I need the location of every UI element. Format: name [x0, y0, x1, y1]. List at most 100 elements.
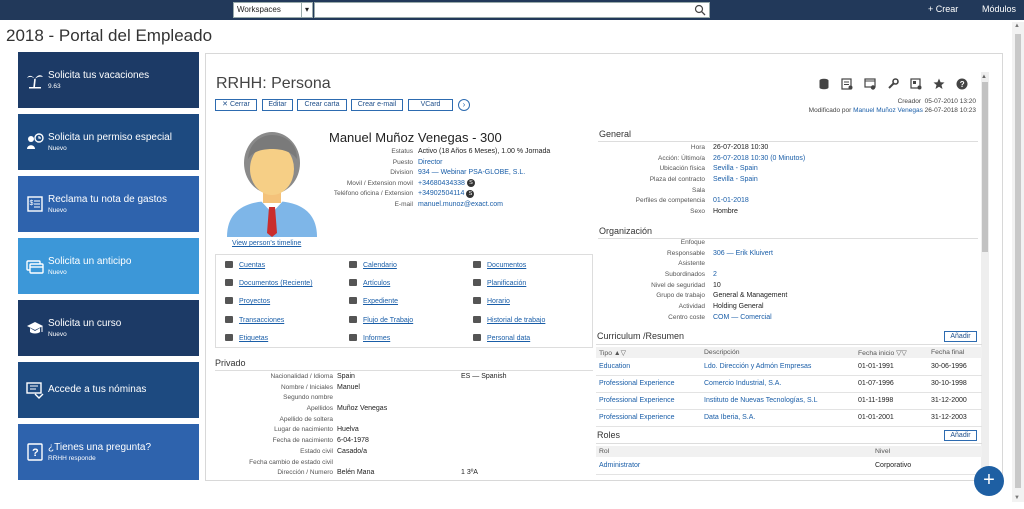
field-row: Segundo nombre	[215, 393, 595, 404]
table-row[interactable]: Professional Experience Comercio Industri…	[596, 375, 982, 393]
field-link[interactable]: Sevilla - Spain	[713, 175, 758, 185]
crear-button[interactable]: + Crear	[928, 4, 958, 14]
tile-nota-gastos[interactable]: $ Reclama tu nota de gastos Nuevo	[18, 176, 199, 232]
roles-add-button[interactable]: Añadir	[944, 430, 977, 441]
transactions-icon	[225, 316, 233, 323]
scroll-down-icon[interactable]: ▼	[1014, 495, 1020, 501]
column-header[interactable]: Descripción	[701, 347, 855, 358]
link-calendario[interactable]: Calendario	[349, 261, 397, 269]
report-icon[interactable]	[841, 77, 853, 90]
table-row[interactable]: Administrator Corporativo	[596, 457, 982, 475]
table-row[interactable]: Education Ldo. Dirección y Admón Empresas…	[596, 358, 982, 376]
column-header[interactable]: Nivel	[872, 446, 982, 457]
card-title: RRHH: Persona	[216, 75, 331, 92]
wrench-icon[interactable]	[887, 77, 899, 89]
tile-pregunta[interactable]: ? ¿Tienes una pregunta? RRHH responde	[18, 424, 199, 480]
skype-icon[interactable]: S	[466, 178, 475, 187]
tile-permiso-especial[interactable]: Solicita un permiso especial Nuevo	[18, 114, 199, 170]
column-header[interactable]: Fecha final	[928, 347, 982, 358]
cell-link[interactable]: Education	[596, 358, 701, 376]
field-link[interactable]: 2	[713, 270, 717, 280]
cell-link[interactable]: Professional Experience	[596, 375, 701, 393]
field-row: Apellido de soltera	[215, 415, 595, 426]
field-value: Spain	[337, 373, 355, 380]
folder-icon	[349, 297, 357, 304]
division-link[interactable]: 934 — Webinar PSA-GLOBE, S.L.	[418, 168, 525, 178]
link-historial-trabajo[interactable]: Historial de trabajo	[473, 316, 545, 324]
card-scrollbar[interactable]: ▲	[981, 72, 989, 476]
table-row[interactable]: Professional Experience Instituto de Nuev…	[596, 392, 982, 410]
cell-link[interactable]: Professional Experience	[596, 392, 701, 410]
column-header[interactable]: Rol	[596, 446, 872, 457]
column-header[interactable]: Tipo ▲▽	[596, 347, 701, 358]
tile-nominas[interactable]: Accede a tus nóminas	[18, 362, 199, 418]
tile-curso[interactable]: Solicita un curso Nuevo	[18, 300, 199, 356]
link-transacciones[interactable]: Transacciones	[225, 316, 284, 324]
privado-section: Nacionalidad / Idioma Spain ES — Spanish N…	[215, 372, 595, 479]
field-row: Responsable 306 — Erik Kluivert	[598, 249, 978, 260]
crear-carta-button[interactable]: Crear carta	[297, 99, 347, 111]
image-settings-icon[interactable]	[910, 77, 922, 90]
link-flujo-trabajo[interactable]: Flujo de Trabajo	[349, 316, 413, 324]
tile-title: Solicita un curso	[48, 318, 122, 329]
cell-link[interactable]: Administrator	[596, 457, 872, 475]
cerrar-button[interactable]: ✕ Cerrar	[215, 99, 257, 111]
field-link[interactable]: 01-01-2018	[713, 196, 749, 206]
field-label: Apellido de soltera	[279, 415, 333, 423]
modificado-user-link[interactable]: Manuel Muñoz Venegas	[853, 107, 923, 114]
link-etiquetas[interactable]: Etiquetas	[225, 334, 268, 342]
database-icon[interactable]	[818, 77, 830, 90]
email-link[interactable]: manuel.munoz@exact.com	[418, 200, 503, 210]
vcard-button[interactable]: VCard	[408, 99, 453, 111]
card-scrollbar-thumb[interactable]	[982, 82, 988, 252]
planning-icon	[473, 279, 481, 286]
puesto-link[interactable]: Director	[418, 158, 443, 168]
skype-icon[interactable]: S	[466, 189, 475, 198]
movil-link[interactable]: +34680434338	[418, 180, 465, 187]
field-link[interactable]: Sevilla - Spain	[713, 164, 758, 174]
link-cuentas[interactable]: Cuentas	[225, 261, 265, 269]
add-fab-button[interactable]: +	[974, 466, 1004, 496]
editar-button[interactable]: Editar	[262, 99, 293, 111]
roles-title: Roles	[597, 430, 621, 440]
scroll-up-icon[interactable]: ▲	[1014, 23, 1020, 29]
cell-link[interactable]: Comercio Industrial, S.A.	[701, 375, 855, 393]
link-documentos-reciente[interactable]: Documentos (Reciente)	[225, 279, 313, 287]
search-icon[interactable]	[694, 4, 706, 16]
link-horario[interactable]: Horario	[473, 297, 510, 305]
workspace-select-value: Workspaces	[237, 5, 281, 14]
link-planificacion[interactable]: Planificación	[473, 279, 526, 287]
telefono-link[interactable]: +34902504114	[418, 190, 464, 197]
link-documentos[interactable]: Documentos	[473, 261, 526, 269]
column-header[interactable]: Fecha inicio ▽▽	[855, 347, 928, 358]
link-personal-data[interactable]: Personal data	[473, 334, 530, 342]
window-settings-icon[interactable]	[864, 77, 876, 90]
timeline-link[interactable]: View person's timeline	[232, 240, 301, 247]
workspace-select[interactable]: Workspaces ▾	[233, 2, 313, 18]
page-scrollbar[interactable]: ▲ ▼	[1012, 22, 1024, 502]
more-actions-button[interactable]: ›	[458, 99, 470, 111]
link-expediente[interactable]: Expediente	[349, 297, 398, 305]
field-link[interactable]: 306 — Erik Kluivert	[713, 249, 773, 259]
page-scrollbar-thumb[interactable]	[1015, 34, 1021, 488]
cell-link[interactable]: Professional Experience	[596, 409, 701, 427]
search-input[interactable]	[314, 2, 710, 18]
help-icon[interactable]: ?	[956, 77, 968, 90]
cell-link[interactable]: Instituto de Nuevas Tecnologías, S.L	[701, 392, 855, 410]
tile-anticipo[interactable]: Solicita un anticipo Nuevo	[18, 238, 199, 294]
link-proyectos[interactable]: Proyectos	[225, 297, 270, 305]
field-row: Acción: Último/a 26-07-2018 10:30 (0 Minu…	[598, 154, 978, 165]
field-link[interactable]: COM — Comercial	[713, 313, 772, 323]
link-informes[interactable]: Informes	[349, 334, 390, 342]
table-row[interactable]: Professional Experience Data Iberia, S.A.…	[596, 409, 982, 427]
star-icon[interactable]	[933, 77, 945, 89]
tile-subtitle: Nuevo	[48, 331, 67, 338]
tile-vacaciones[interactable]: Solicita tus vacaciones 9.63	[18, 52, 199, 108]
modulos-menu[interactable]: Módulos	[982, 4, 1016, 14]
cell-link[interactable]: Ldo. Dirección y Admón Empresas	[701, 358, 855, 376]
curriculum-add-button[interactable]: Añadir	[944, 331, 977, 342]
cell-link[interactable]: Data Iberia, S.A.	[701, 409, 855, 427]
field-link[interactable]: 26-07-2018 10:30 (0 Minutos)	[713, 154, 805, 164]
crear-email-button[interactable]: Crear e-mail	[351, 99, 403, 111]
link-articulos[interactable]: Artículos	[349, 279, 390, 287]
